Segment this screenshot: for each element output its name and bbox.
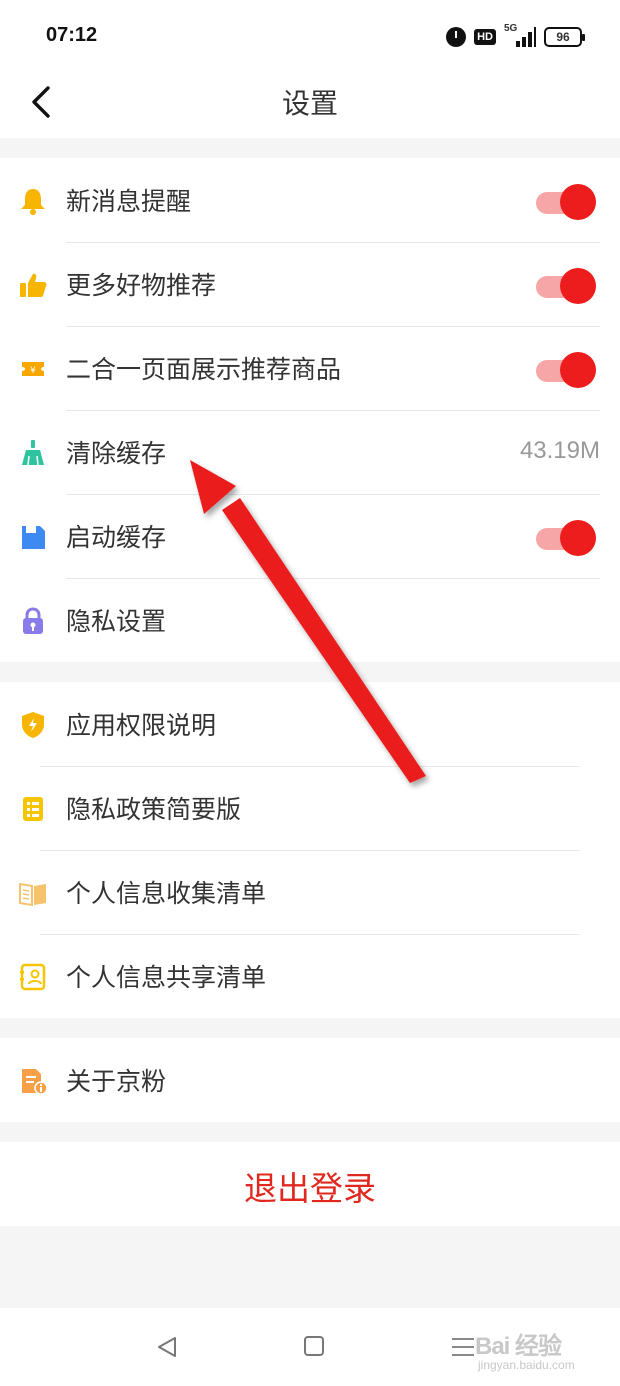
row-label: 关于京粉 (66, 1067, 167, 1096)
row-label: 个人信息收集清单 (66, 879, 267, 908)
row-new-message-alert[interactable]: 新消息提醒 (0, 158, 620, 242)
row-personal-info-collection[interactable]: 个人信息收集清单 (0, 850, 620, 934)
page-title: 设置 (281, 87, 338, 120)
row-label: 启动缓存 (66, 523, 167, 552)
row-app-permissions[interactable]: 应用权限说明 (0, 682, 620, 766)
row-label: 二合一页面展示推荐商品 (66, 355, 342, 384)
battery-icon: 96 (544, 27, 585, 47)
cache-size-value: 43.19M (519, 437, 600, 464)
row-label: 隐私政策简要版 (66, 795, 242, 824)
row-label: 隐私设置 (66, 607, 167, 636)
status-icons: HD 5G 96 (446, 23, 585, 50)
status-bar: 07:12 HD 5G 96 (0, 0, 620, 70)
watermark-logo: Bai 经验 (475, 1333, 562, 1360)
toggle-launch-cache[interactable] (536, 518, 596, 556)
network-type: 5G (504, 23, 518, 34)
toggle-more-recommendations[interactable] (536, 266, 596, 304)
floppy-disk-icon (22, 526, 45, 549)
row-two-in-one-page[interactable]: ¥ 二合一页面展示推荐商品 (0, 326, 620, 410)
row-privacy-policy-brief[interactable]: 隐私政策简要版 (0, 766, 620, 850)
status-time: 07:12 (46, 24, 98, 46)
list-icon (23, 797, 43, 821)
system-nav-bar: Bai 经验 jingyan.baidu.com (0, 1308, 620, 1386)
info-document-icon (22, 1069, 48, 1095)
toggle-new-message-alert[interactable] (536, 182, 596, 220)
ticket-icon: ¥ (22, 362, 44, 376)
row-label: 新消息提醒 (66, 187, 192, 216)
logout-label: 退出登录 (244, 1169, 376, 1208)
toggle-two-in-one-page[interactable] (536, 350, 596, 388)
settings-group-about: 关于京粉 (0, 1038, 620, 1122)
nav-menu-icon[interactable] (452, 1338, 474, 1362)
nav-back-icon[interactable] (156, 1336, 178, 1358)
settings-group-main: 新消息提醒 更多好物推荐 ¥ 二合一页面展示推荐商品 清除缓存 43.19M 启… (0, 158, 620, 662)
row-label: 更多好物推荐 (66, 271, 217, 300)
row-clear-cache[interactable]: 清除缓存 43.19M (0, 410, 620, 494)
watermark-url: jingyan.baidu.com (478, 1358, 575, 1372)
svg-text:¥: ¥ (30, 366, 36, 376)
settings-group-privacy: 应用权限说明 隐私政策简要版 个人信息收集清单 个人信息共享清单 (0, 682, 620, 1018)
bell-icon (21, 189, 45, 215)
row-label: 清除缓存 (66, 439, 167, 468)
logout-button[interactable]: 退出登录 (0, 1142, 620, 1226)
hd-badge: HD (474, 29, 496, 45)
alarm-icon (446, 27, 467, 47)
broom-icon (22, 440, 44, 466)
row-personal-info-sharing[interactable]: 个人信息共享清单 (0, 934, 620, 1018)
row-label: 应用权限说明 (66, 711, 217, 740)
lock-icon (23, 607, 43, 634)
row-about-jingfen[interactable]: 关于京粉 (0, 1038, 620, 1122)
shield-icon (22, 712, 44, 738)
row-privacy-settings[interactable]: 隐私设置 (0, 578, 620, 662)
contact-card-icon (20, 963, 46, 991)
row-launch-cache[interactable]: 启动缓存 (0, 494, 620, 578)
book-icon (19, 882, 46, 907)
nav-bar: 设置 (0, 70, 620, 138)
thumbs-up-icon (20, 273, 47, 297)
nav-home-icon[interactable] (304, 1336, 324, 1356)
row-more-recommendations[interactable]: 更多好物推荐 (0, 242, 620, 326)
row-label: 个人信息共享清单 (66, 963, 267, 992)
signal-icon: 5G (504, 23, 536, 47)
